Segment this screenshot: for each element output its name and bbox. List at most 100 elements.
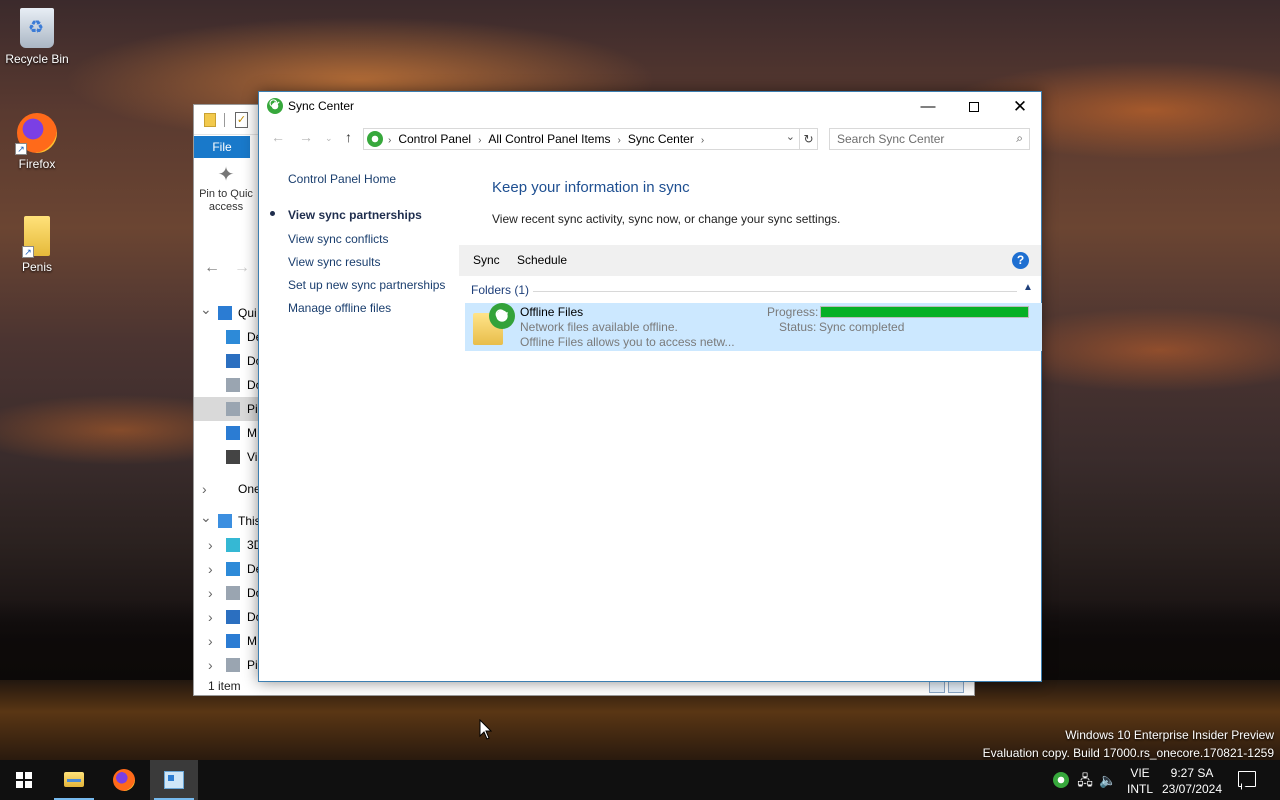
folder-icon (226, 426, 240, 440)
breadcrumb-sync-center[interactable]: Sync Center (628, 132, 694, 146)
view-buttons (929, 681, 969, 693)
desktop-icon-recycle-bin[interactable]: Recycle Bin (1, 8, 73, 66)
help-icon[interactable]: ? (1012, 252, 1029, 269)
taskbar-firefox[interactable] (100, 760, 148, 800)
network-icon[interactable]: 🖧 (1076, 771, 1094, 789)
tree-item[interactable]: › One (194, 477, 260, 501)
tree-item[interactable]: ›Do (194, 581, 260, 605)
view-sync-conflicts-link[interactable]: View sync conflicts (288, 232, 388, 246)
item-name: Offline Files (520, 305, 584, 319)
breadcrumb-all-items[interactable]: All Control Panel Items (488, 132, 610, 146)
tree-item[interactable]: › 3D (194, 533, 260, 557)
tree-item[interactable]: Do (194, 373, 260, 397)
back-arrow-icon[interactable]: ← (204, 259, 220, 276)
tree-item-label: Pi (247, 402, 258, 416)
view-sync-partnerships-link[interactable]: View sync partnerships (288, 208, 422, 222)
up-arrow-icon[interactable]: ↑ (345, 129, 352, 145)
tree-item[interactable]: › Pi (194, 653, 260, 677)
action-center-icon[interactable] (1238, 771, 1256, 787)
firefox-icon (113, 769, 135, 791)
navigation-tree: ⌄QuiDeDoDoPiMVi›One⌄This›3D›De›Do›Do›M›P… (194, 301, 260, 677)
breadcrumb-control-panel[interactable]: Control Panel (398, 132, 471, 146)
language-code: VIE (1130, 766, 1150, 780)
set-up-sync-partnerships-link[interactable]: Set up new sync partnerships (288, 278, 445, 292)
sync-button[interactable]: Sync (473, 253, 500, 267)
collapse-chevron-icon[interactable]: › (208, 653, 213, 677)
window-title: Sync Center (288, 99, 355, 113)
minimize-button[interactable]: — (905, 92, 951, 122)
input-language-indicator[interactable]: VIE INTL (1126, 765, 1154, 797)
group-header[interactable]: Folders (1) (471, 283, 529, 297)
properties-icon[interactable]: ✓ (235, 112, 248, 128)
schedule-button[interactable]: Schedule (517, 253, 567, 267)
expand-chevron-icon[interactable]: ⌄ (200, 301, 212, 321)
sync-center-tray-icon[interactable] (1053, 772, 1069, 788)
breadcrumb-separator[interactable]: › (701, 135, 704, 146)
windows-watermark: Windows 10 Enterprise Insider Preview Ev… (983, 726, 1274, 762)
recent-locations-chevron-icon[interactable]: ⌄ (325, 133, 333, 144)
page-description: View recent sync activity, sync now, or … (492, 212, 841, 226)
refresh-button[interactable]: ↻ (800, 128, 818, 150)
desktop-icon-label: Recycle Bin (5, 52, 69, 66)
maximize-button[interactable] (951, 92, 997, 122)
tree-item[interactable]: De (194, 325, 260, 349)
search-icon[interactable]: ⌕ (1016, 131, 1023, 146)
start-button[interactable] (0, 760, 48, 800)
desktop-icon-label: Firefox (18, 157, 56, 171)
volume-icon[interactable]: 🔈 (1099, 771, 1117, 789)
details-view-button[interactable] (929, 681, 945, 693)
watermark-line: Windows 10 Enterprise Insider Preview (1065, 728, 1274, 742)
folder-icon (204, 113, 216, 127)
folder-icon (226, 402, 240, 416)
search-input[interactable] (837, 129, 1007, 149)
forward-arrow-icon[interactable]: → (234, 259, 250, 276)
tree-item[interactable]: › M (194, 629, 260, 653)
tree-item[interactable]: Vi (194, 445, 260, 469)
collapse-chevron-icon[interactable]: › (208, 533, 213, 557)
address-bar[interactable]: › Control Panel › All Control Panel Items › S… (363, 128, 800, 150)
sync-center-window[interactable]: Sync Center — ✕ ← → ⌄ ↑ › Control Panel › A… (258, 91, 1042, 682)
collapse-chevron-icon[interactable]: › (208, 557, 213, 581)
expand-chevron-icon[interactable]: ⌄ (200, 509, 212, 529)
sync-overlay-icon (489, 303, 515, 329)
collapse-chevron-icon[interactable]: › (208, 629, 213, 653)
clock[interactable]: 9:27 SA 23/07/2024 (1160, 765, 1224, 797)
close-button[interactable]: ✕ (997, 92, 1043, 122)
tree-item[interactable]: ›Do (194, 605, 260, 629)
pin-to-quick-access-button[interactable]: ✦ Pin to Quic access (194, 164, 258, 214)
address-dropdown-icon[interactable]: ⌄ (786, 130, 795, 143)
file-tab[interactable]: File (194, 136, 250, 158)
collapse-chevron-icon[interactable]: ▲ (1023, 282, 1033, 293)
manage-offline-files-link[interactable]: Manage offline files (288, 301, 391, 315)
collapse-chevron-icon[interactable]: › (202, 477, 207, 501)
back-arrow-icon[interactable]: ← (271, 129, 285, 145)
desktop-icon-folder[interactable]: ↗ Penis (1, 216, 73, 274)
progress-label: Progress: (767, 305, 819, 319)
tree-item[interactable]: Pi (194, 397, 260, 421)
recycle-bin-icon (20, 8, 54, 48)
title-bar[interactable]: Sync Center — ✕ (259, 92, 1041, 122)
file-explorer-icon (64, 772, 84, 787)
forward-arrow-icon[interactable]: → (299, 129, 313, 145)
breadcrumb: › Control Panel › All Control Panel Items › S… (388, 132, 711, 146)
keyboard-layout: INTL (1126, 782, 1153, 796)
desktop-icon-firefox[interactable]: ↗ Firefox (1, 113, 73, 171)
list-item[interactable]: Offline Files Network files available of… (465, 303, 1042, 351)
taskbar-file-explorer[interactable] (50, 760, 98, 800)
tree-item[interactable]: ⌄ This (194, 509, 260, 533)
tree-item[interactable]: ⌄ Qui (194, 301, 260, 325)
address-row: ← → ⌄ ↑ › Control Panel › All Control Panel… (259, 122, 1041, 154)
control-panel-home-link[interactable]: Control Panel Home (288, 172, 396, 186)
collapse-chevron-icon[interactable]: › (208, 581, 213, 605)
collapse-chevron-icon[interactable]: › (208, 605, 213, 629)
pin-icon: ✦ (217, 164, 235, 186)
search-box[interactable]: ⌕ (829, 128, 1030, 150)
tree-item-label: M (247, 634, 257, 648)
large-icons-view-button[interactable] (948, 681, 964, 693)
progress-bar (820, 306, 1029, 318)
tree-item[interactable]: ›De (194, 557, 260, 581)
taskbar-control-panel[interactable] (150, 760, 198, 800)
tree-item[interactable]: Do (194, 349, 260, 373)
view-sync-results-link[interactable]: View sync results (288, 255, 380, 269)
tree-item[interactable]: M (194, 421, 260, 445)
